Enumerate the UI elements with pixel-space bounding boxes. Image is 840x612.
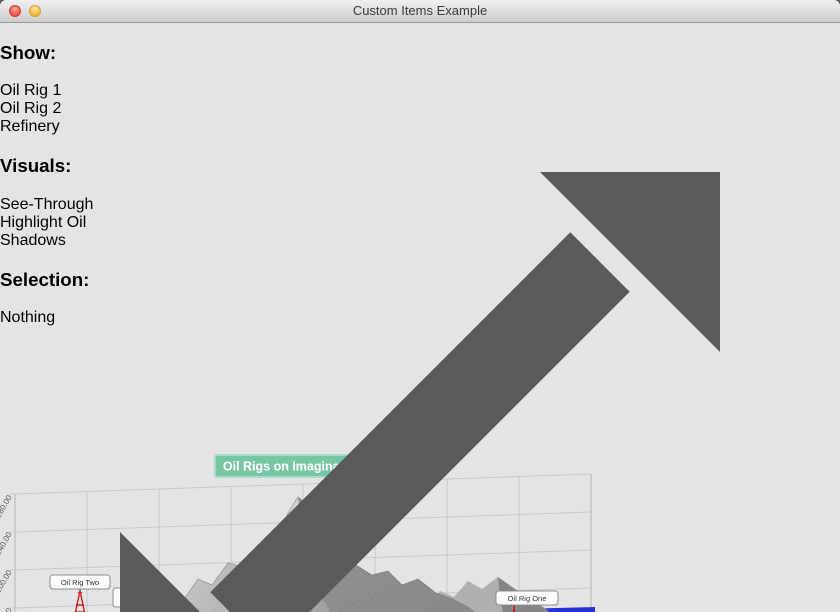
window-title: Custom Items Example	[0, 0, 840, 22]
minimize-button[interactable]	[29, 5, 41, 17]
zoom-button[interactable]	[49, 5, 61, 17]
window-controls	[9, 5, 61, 17]
title-bar[interactable]: Custom Items Example	[0, 0, 840, 23]
resize-grip-icon[interactable]	[0, 22, 840, 612]
app-window: Custom Items Example Show: Oil Rig 1 Oil…	[0, 0, 840, 612]
close-button[interactable]	[9, 5, 21, 17]
